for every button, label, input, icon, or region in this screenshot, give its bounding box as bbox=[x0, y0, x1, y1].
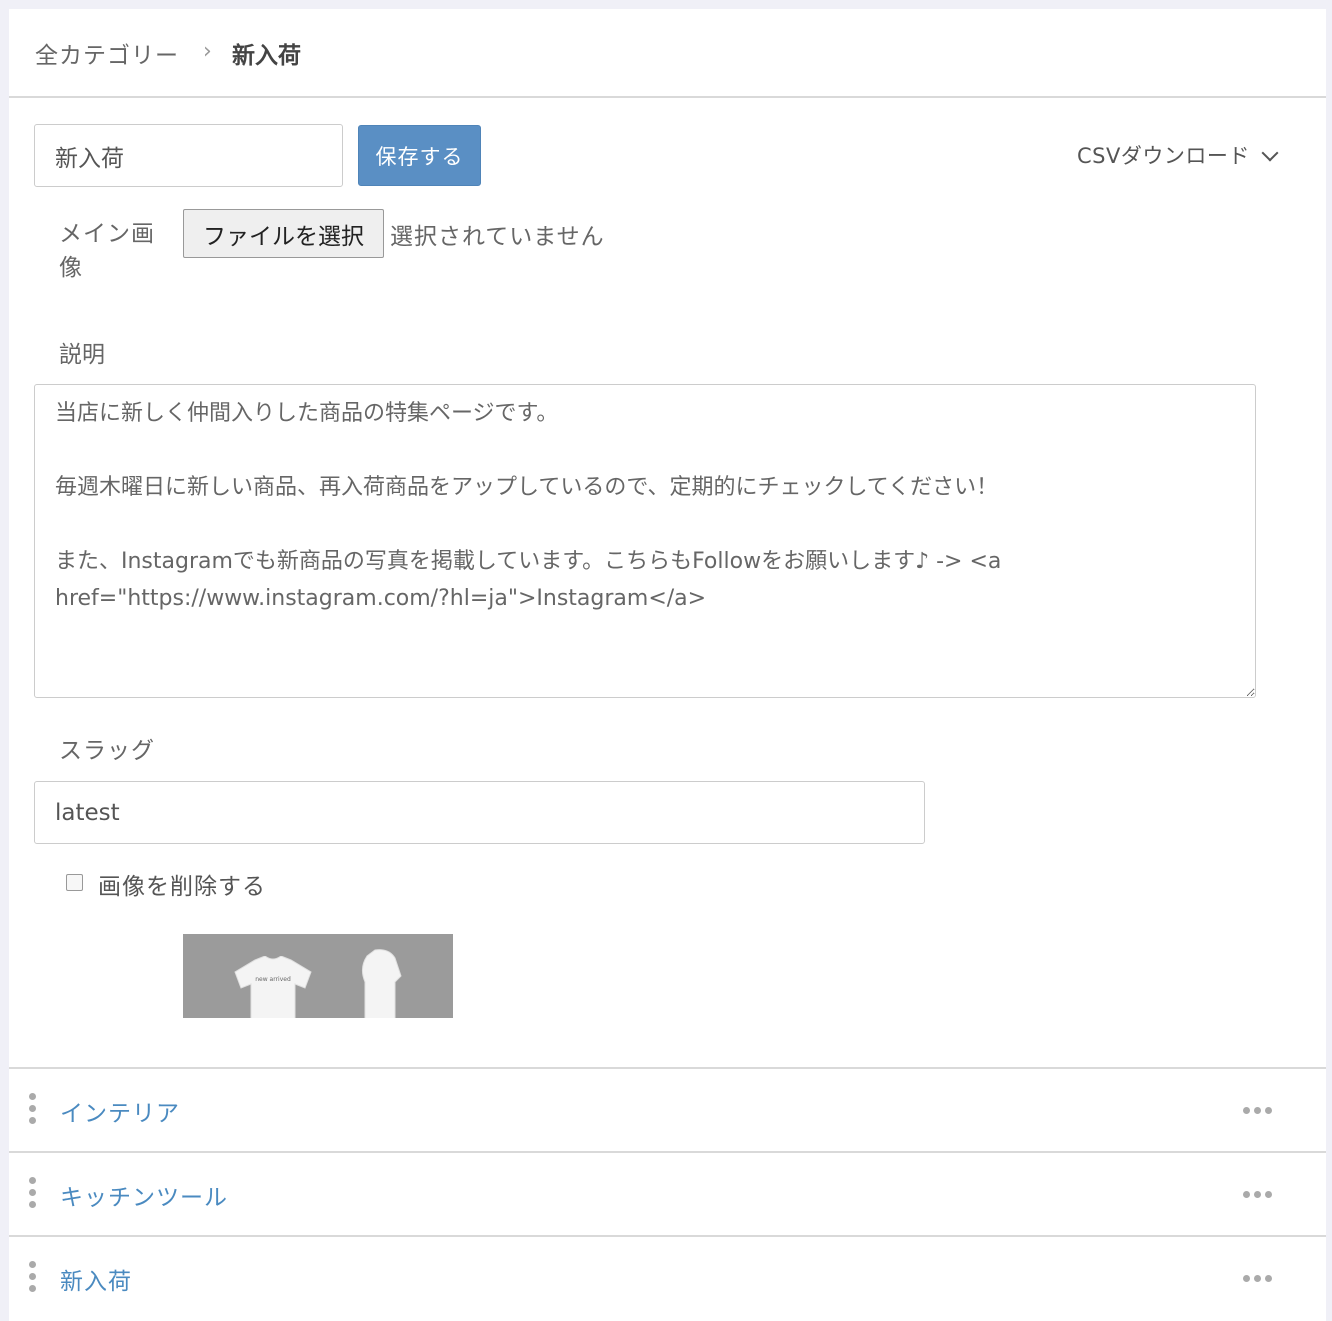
drag-handle-icon[interactable] bbox=[29, 1261, 37, 1295]
more-options-icon[interactable] bbox=[1243, 1107, 1272, 1114]
drag-handle-icon[interactable] bbox=[29, 1093, 37, 1127]
thumbnail-caption: new arrived bbox=[255, 976, 291, 983]
choose-file-button[interactable]: ファイルを選択 bbox=[183, 209, 384, 258]
file-status-text: 選択されていません bbox=[390, 224, 605, 250]
chevron-right-icon: › bbox=[203, 39, 212, 64]
category-row[interactable]: キッチンツール bbox=[9, 1151, 1326, 1235]
description-label: 説明 bbox=[59, 342, 105, 368]
delete-image-label[interactable]: 画像を削除する bbox=[98, 867, 266, 901]
tshirt-side-image bbox=[361, 949, 402, 1018]
delete-image-checkbox[interactable] bbox=[66, 874, 83, 891]
breadcrumb-root-link[interactable]: 全カテゴリー bbox=[35, 36, 179, 70]
category-row-label[interactable]: キッチンツール bbox=[60, 1178, 228, 1212]
more-options-icon[interactable] bbox=[1243, 1275, 1272, 1282]
drag-handle-icon[interactable] bbox=[29, 1177, 37, 1211]
chevron-down-icon bbox=[1261, 144, 1279, 162]
breadcrumb-current: 新入荷 bbox=[232, 43, 301, 69]
csv-download-dropdown[interactable]: CSVダウンロード bbox=[1077, 140, 1279, 170]
slug-label: スラッグ bbox=[59, 738, 155, 764]
more-options-icon[interactable] bbox=[1243, 1191, 1272, 1198]
category-row-label[interactable]: 新入荷 bbox=[60, 1262, 132, 1296]
description-textarea[interactable]: 当店に新しく仲間入りした商品の特集ページです。 毎週木曜日に新しい商品、再入荷商… bbox=[34, 384, 1256, 698]
slug-input[interactable] bbox=[34, 781, 925, 844]
main-image-label: メイン画像 bbox=[59, 221, 155, 281]
category-edit-panel: 全カテゴリー › 新入荷 保存する CSVダウンロード メイン画像 ファイルを選… bbox=[9, 9, 1326, 1321]
category-name-input[interactable] bbox=[34, 124, 343, 187]
category-image-thumbnail: new arrived bbox=[183, 934, 453, 1018]
category-row[interactable]: 新入荷 bbox=[9, 1235, 1326, 1319]
breadcrumb: 全カテゴリー › 新入荷 bbox=[9, 9, 1326, 98]
category-row-label[interactable]: インテリア bbox=[60, 1094, 180, 1128]
category-row[interactable]: インテリア bbox=[9, 1067, 1326, 1151]
save-button[interactable]: 保存する bbox=[358, 125, 481, 186]
tshirt-front-image: new arrived bbox=[234, 956, 312, 1018]
csv-download-label: CSVダウンロード bbox=[1077, 144, 1250, 168]
